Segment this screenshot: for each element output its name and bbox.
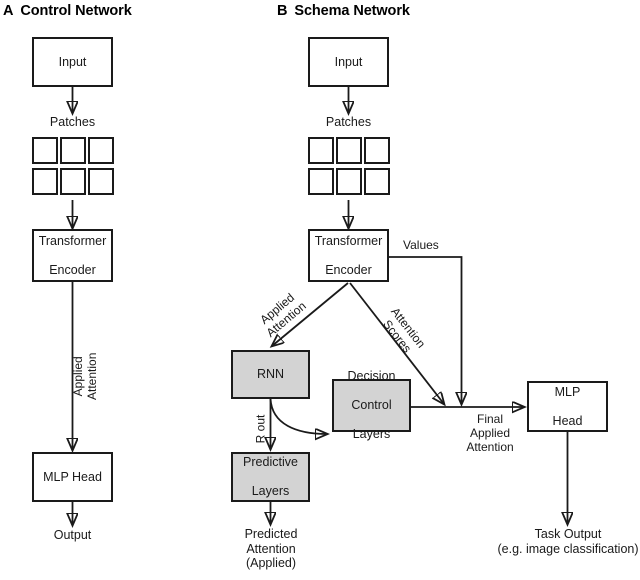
node-b-dcl-line2: Control <box>351 398 392 413</box>
node-b-dcl-line3: Layers <box>352 427 391 442</box>
node-b-pl-line1: Predictive <box>243 455 298 470</box>
patch-b-1-0 <box>308 168 334 195</box>
patch-a-0-2 <box>88 137 114 164</box>
node-a-te-line1: Transformer <box>38 233 107 248</box>
patch-b-0-1 <box>336 137 362 164</box>
edge-label-b-r-out: R out <box>253 414 268 444</box>
node-b-rnn[interactable]: RNN <box>231 350 310 399</box>
panel-b-title-text: Schema Network <box>294 3 410 19</box>
label-a-output: Output <box>53 528 92 542</box>
node-b-transformer-encoder-label: Transformer Encoder <box>311 234 387 278</box>
node-b-mlp-line2: Head <box>552 413 583 428</box>
panel-b-letter: B <box>277 3 288 19</box>
node-b-te-line2: Encoder <box>325 262 372 277</box>
node-b-rnn-label: RNN <box>256 367 285 382</box>
label-b-predicted-attention: Predicted Attention (Applied) <box>221 527 321 571</box>
patch-a-1-1 <box>60 168 86 195</box>
label-b-patches: Patches <box>325 115 372 129</box>
label-b-task-line2: (e.g. image classification) <box>497 541 639 556</box>
node-a-transformer-encoder-label: Transformer Encoder <box>35 234 111 278</box>
panel-b-title: B Schema Network <box>277 3 410 19</box>
node-b-transformer-encoder[interactable]: Transformer Encoder <box>308 229 389 282</box>
edge-label-b-applied-attention: Applied Attention <box>255 288 308 340</box>
edge-label-a-applied-attention: Applied Attention <box>71 353 99 400</box>
label-a-patches: Patches <box>49 115 96 129</box>
node-b-decision-control-label: Decision Control Layers <box>344 369 400 442</box>
node-a-mlp-head-label: MLP Head <box>43 469 102 484</box>
figure-canvas: A Control Network Input Patches Transform… <box>0 0 640 580</box>
node-b-decision-control-layers[interactable]: Decision Control Layers <box>332 369 411 441</box>
node-a-te-line2: Encoder <box>49 262 96 277</box>
label-b-pa-line3: (Applied) <box>245 556 297 570</box>
patch-a-1-2 <box>88 168 114 195</box>
node-b-predictive-layers[interactable]: Predictive Layers <box>231 452 310 502</box>
node-b-mlp-line1: MLP <box>554 384 581 399</box>
node-a-transformer-encoder[interactable]: Transformer Encoder <box>32 229 113 282</box>
edge-label-b-final-line1: Final <box>476 412 503 426</box>
node-a-input[interactable]: Input <box>32 37 113 87</box>
patch-b-0-2 <box>364 137 390 164</box>
edge-label-b-final-applied-attention: Final Applied Attention <box>450 412 530 454</box>
edge-label-b-values: Values <box>403 238 439 252</box>
node-b-input[interactable]: Input <box>308 37 389 87</box>
edge-label-a-applied-line2: Attention <box>85 352 99 400</box>
label-b-task-output: Task Output (e.g. image classification) <box>458 527 640 556</box>
panel-a-letter: A <box>3 3 14 19</box>
patch-a-0-0 <box>32 137 58 164</box>
patch-b-1-1 <box>336 168 362 195</box>
node-b-te-line1: Transformer <box>314 233 383 248</box>
edge-label-b-attention-scores: Attention Scores <box>377 305 428 360</box>
node-a-mlp-head[interactable]: MLP Head <box>32 452 113 502</box>
node-b-predictive-label: Predictive Layers <box>239 455 302 499</box>
node-b-pl-line2: Layers <box>251 484 290 499</box>
node-b-mlp-head[interactable]: MLP Head <box>527 381 608 432</box>
patch-a-1-0 <box>32 168 58 195</box>
panel-a-title: A Control Network <box>3 3 132 19</box>
edge-b-rnn-to-decision <box>269 398 328 434</box>
node-a-input-label: Input <box>58 54 87 69</box>
edge-label-a-applied-line1: Applied <box>71 356 85 397</box>
panel-a-title-text: Control Network <box>20 3 132 19</box>
patch-b-1-2 <box>364 168 390 195</box>
label-b-pa-line1: Predicted <box>244 527 298 541</box>
node-b-mlp-head-label: MLP Head <box>549 385 587 429</box>
label-b-pa-line2: Attention <box>246 541 296 556</box>
patch-a-0-1 <box>60 137 86 164</box>
label-b-task-line1: Task Output <box>534 527 602 541</box>
edge-label-b-final-line3: Attention <box>466 440 514 454</box>
node-b-input-label: Input <box>334 54 363 69</box>
edge-label-b-final-line2: Applied <box>469 426 511 440</box>
patch-b-0-0 <box>308 137 334 164</box>
node-b-dcl-line1: Decision <box>347 369 396 384</box>
